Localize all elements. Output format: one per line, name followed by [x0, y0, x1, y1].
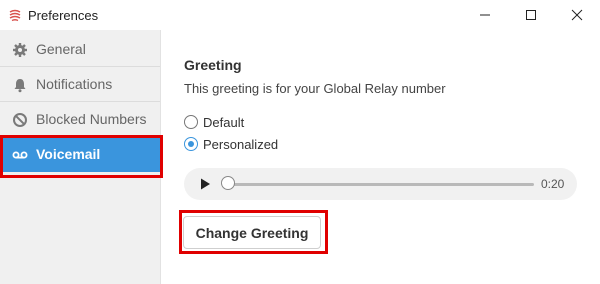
audio-progress-thumb[interactable]: [221, 176, 235, 190]
bell-icon: [14, 79, 26, 93]
sidebar-item-label: Blocked Numbers: [36, 111, 147, 127]
sidebar-item-label: Voicemail: [36, 146, 101, 162]
voicemail-panel: Greeting This greeting is for your Globa…: [161, 30, 600, 284]
maximize-icon: [526, 10, 536, 20]
minimize-button[interactable]: [462, 0, 508, 30]
sidebar: General Notifications Blocked Numbers Vo…: [0, 30, 161, 284]
sidebar-item-voicemail[interactable]: Voicemail: [0, 137, 160, 172]
title-bar: Preferences: [0, 0, 600, 30]
change-greeting-button[interactable]: Change Greeting: [183, 216, 321, 249]
radio-default[interactable]: [184, 115, 198, 129]
audio-duration: 0:20: [541, 177, 565, 191]
block-icon: [13, 113, 27, 127]
audio-player: 0:20: [184, 168, 577, 200]
radio-personalized-row[interactable]: Personalized: [184, 135, 278, 153]
close-button[interactable]: [554, 0, 600, 30]
voicemail-icon: [12, 151, 28, 159]
close-icon: [571, 9, 583, 21]
radio-personalized-label: Personalized: [203, 136, 279, 152]
sidebar-item-label: Notifications: [36, 76, 113, 92]
radio-personalized[interactable]: [184, 137, 198, 151]
greeting-description: This greeting is for your Global Relay n…: [184, 81, 446, 96]
radio-default-row[interactable]: Default: [184, 113, 244, 131]
play-icon[interactable]: [198, 177, 212, 191]
radio-default-label: Default: [203, 114, 245, 130]
sidebar-item-notifications[interactable]: Notifications: [0, 67, 160, 102]
sidebar-item-general[interactable]: General: [0, 32, 160, 67]
sidebar-item-label: General: [36, 41, 86, 57]
gear-icon: [13, 43, 27, 57]
minimize-icon: [480, 14, 490, 16]
greeting-heading: Greeting: [184, 57, 242, 73]
window-title: Preferences: [28, 8, 99, 23]
maximize-button[interactable]: [508, 0, 554, 30]
sidebar-item-blocked-numbers[interactable]: Blocked Numbers: [0, 102, 160, 137]
app-logo-icon: [9, 9, 21, 22]
audio-progress-track[interactable]: [228, 183, 534, 186]
